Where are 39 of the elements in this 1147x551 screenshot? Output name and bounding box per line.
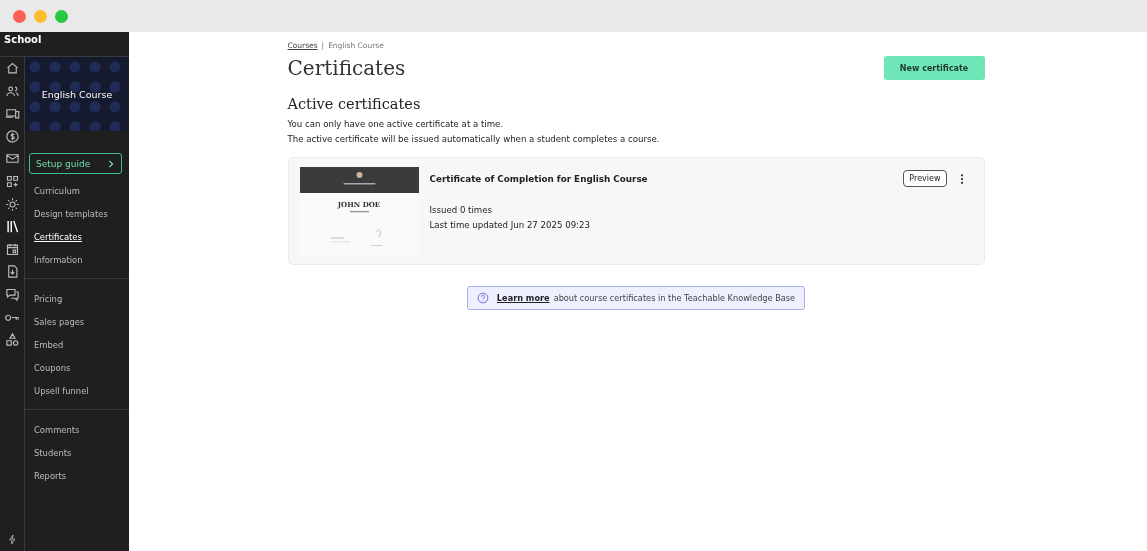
sidebar-item[interactable]: Comments (25, 419, 129, 442)
sidebar-item[interactable]: Curriculum (25, 180, 129, 203)
page-title: Certificates (287, 56, 406, 80)
users-icon[interactable] (4, 83, 20, 99)
description-text: The active certificate will be issued automatically when a student completes a course. (287, 133, 661, 146)
more-options-icon[interactable] (958, 172, 965, 185)
library-icon[interactable] (4, 219, 20, 235)
section-title: Active certificates (287, 96, 422, 112)
help-icon (476, 292, 489, 304)
description-text: You can only have one active certificate at a time. (287, 118, 505, 131)
dollar-icon[interactable] (4, 128, 20, 144)
grid-plus-icon[interactable] (4, 173, 20, 189)
setup-guide-button[interactable]: Setup guide (29, 153, 122, 174)
settings-icon[interactable] (4, 196, 20, 212)
sidebar-item[interactable]: Design templates (25, 203, 129, 226)
last-updated: Last time updated Jun 27 2025 09:23 (429, 219, 591, 232)
sidebar-item[interactable]: Information (25, 249, 129, 272)
preview-button[interactable]: Preview (903, 170, 947, 187)
chevron-right-icon (107, 159, 115, 168)
learn-more-link[interactable]: Learn more (496, 293, 550, 303)
bolt-icon[interactable] (6, 532, 18, 547)
sidebar-item[interactable]: Students (25, 442, 129, 465)
calendar-icon[interactable] (4, 241, 20, 257)
sidebar-item[interactable]: Sales pages (25, 311, 129, 334)
course-title: English Course (41, 88, 113, 100)
sidebar-item[interactable]: Upsell funnel (25, 380, 129, 403)
sidebar-item[interactable]: Reports (25, 465, 129, 488)
issued-count: Issued 0 times (429, 204, 493, 217)
info-text: about course certificates in the Teachable Knowledge Base (553, 293, 796, 303)
sidebar-item[interactable]: Certificates (25, 226, 129, 249)
certificate-title: Certificate of Completion for English Course (429, 173, 649, 184)
sidebar-item[interactable]: Coupons (25, 357, 129, 380)
sidebar-item[interactable]: Embed (25, 334, 129, 357)
home-icon[interactable] (4, 61, 20, 76)
new-certificate-button[interactable]: New certificate (883, 56, 985, 80)
sidebar-item[interactable]: Pricing (25, 288, 129, 311)
devices-icon[interactable] (4, 106, 20, 122)
chat-icon[interactable] (4, 286, 20, 302)
shapes-icon[interactable] (4, 332, 20, 348)
